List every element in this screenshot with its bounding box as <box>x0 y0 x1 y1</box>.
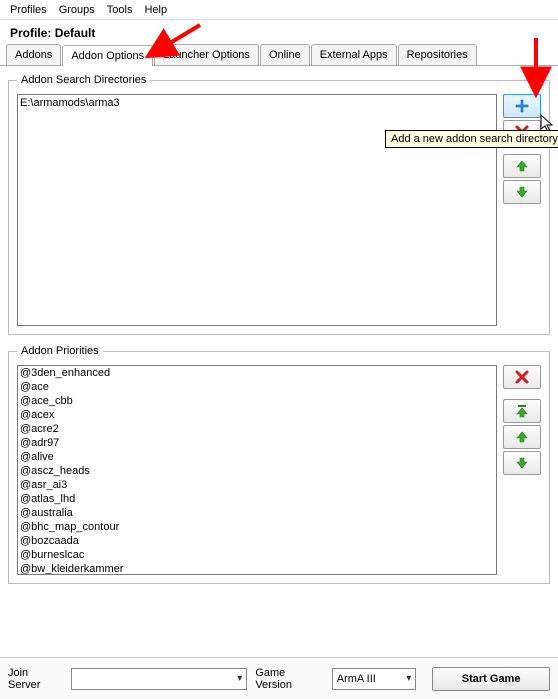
list-item[interactable]: @3den_enhanced <box>20 366 494 380</box>
game-version-value: ArmA III <box>337 673 376 685</box>
menu-tools[interactable]: Tools <box>101 2 139 18</box>
list-item[interactable]: @atlas_lhd <box>20 492 494 506</box>
tab-launcher-options[interactable]: Launcher Options <box>154 44 259 65</box>
start-game-button[interactable]: Start Game <box>432 667 550 691</box>
list-item[interactable]: @adr97 <box>20 436 494 450</box>
up-icon <box>514 158 530 174</box>
list-item[interactable]: @acex <box>20 408 494 422</box>
tab-bar: Addons Addon Options Launcher Options On… <box>0 44 558 66</box>
tab-external-apps[interactable]: External Apps <box>311 44 397 65</box>
menu-groups[interactable]: Groups <box>53 2 101 18</box>
move-priority-up-button[interactable] <box>503 425 541 449</box>
game-version-dropdown[interactable]: ArmA III ▾ <box>332 668 417 690</box>
priorities-legend: Addon Priorities <box>17 345 103 357</box>
down-icon <box>514 184 530 200</box>
chevron-down-icon: ▾ <box>237 673 242 684</box>
search-directories-legend: Addon Search Directories <box>17 74 150 86</box>
profile-label: Profile: Default <box>0 20 558 44</box>
game-version-label: Game Version <box>255 667 323 691</box>
menu-help[interactable]: Help <box>138 2 173 18</box>
list-item[interactable]: @australia <box>20 506 494 520</box>
bottom-bar: Join Server ▾ Game Version ArmA III ▾ St… <box>0 657 558 699</box>
tab-repositories[interactable]: Repositories <box>398 44 477 65</box>
search-dir-buttons <box>503 94 541 326</box>
priorities-list[interactable]: @3den_enhanced @ace @ace_cbb @acex @acre… <box>17 365 497 575</box>
profile-label-text: Profile: <box>10 26 51 40</box>
tab-online[interactable]: Online <box>260 44 310 65</box>
list-item[interactable]: @burneslcac <box>20 548 494 562</box>
priority-buttons <box>503 365 541 575</box>
menubar: Profiles Groups Tools Help <box>0 0 558 20</box>
search-directories-group: Addon Search Directories E:\armamods\arm… <box>8 74 550 335</box>
join-server-label: Join Server <box>8 667 63 691</box>
list-item[interactable]: @bozcaada <box>20 534 494 548</box>
chevron-down-icon: ▾ <box>406 673 411 684</box>
add-directory-button[interactable] <box>503 94 541 118</box>
join-server-dropdown[interactable]: ▾ <box>71 668 248 690</box>
search-directory-item[interactable]: E:\armamods\arma3 <box>20 97 494 109</box>
x-icon <box>514 369 530 385</box>
list-item[interactable]: @asr_ai3 <box>20 478 494 492</box>
tab-addon-options[interactable]: Addon Options <box>62 45 153 66</box>
search-directories-list[interactable]: E:\armamods\arma3 <box>17 94 497 326</box>
menu-profiles[interactable]: Profiles <box>4 2 53 18</box>
list-item[interactable]: @ascz_heads <box>20 464 494 478</box>
top-icon <box>514 403 530 419</box>
remove-priority-button[interactable] <box>503 365 541 389</box>
list-item[interactable]: @bw_kleiderkammer <box>20 562 494 575</box>
move-priority-down-button[interactable] <box>503 451 541 475</box>
list-item[interactable]: @acre2 <box>20 422 494 436</box>
list-item[interactable]: @alive <box>20 450 494 464</box>
add-directory-tooltip: Add a new addon search directory <box>385 130 558 148</box>
list-item[interactable]: @ace_cbb <box>20 394 494 408</box>
plus-icon <box>514 98 530 114</box>
up-icon <box>514 429 530 445</box>
priorities-group: Addon Priorities @3den_enhanced @ace @ac… <box>8 345 550 584</box>
tab-addons[interactable]: Addons <box>6 44 61 65</box>
move-priority-top-button[interactable] <box>503 399 541 423</box>
list-item[interactable]: @ace <box>20 380 494 394</box>
move-directory-down-button[interactable] <box>503 180 541 204</box>
down-icon <box>514 455 530 471</box>
move-directory-up-button[interactable] <box>503 154 541 178</box>
list-item[interactable]: @bhc_map_contour <box>20 520 494 534</box>
profile-name: Default <box>55 26 96 40</box>
